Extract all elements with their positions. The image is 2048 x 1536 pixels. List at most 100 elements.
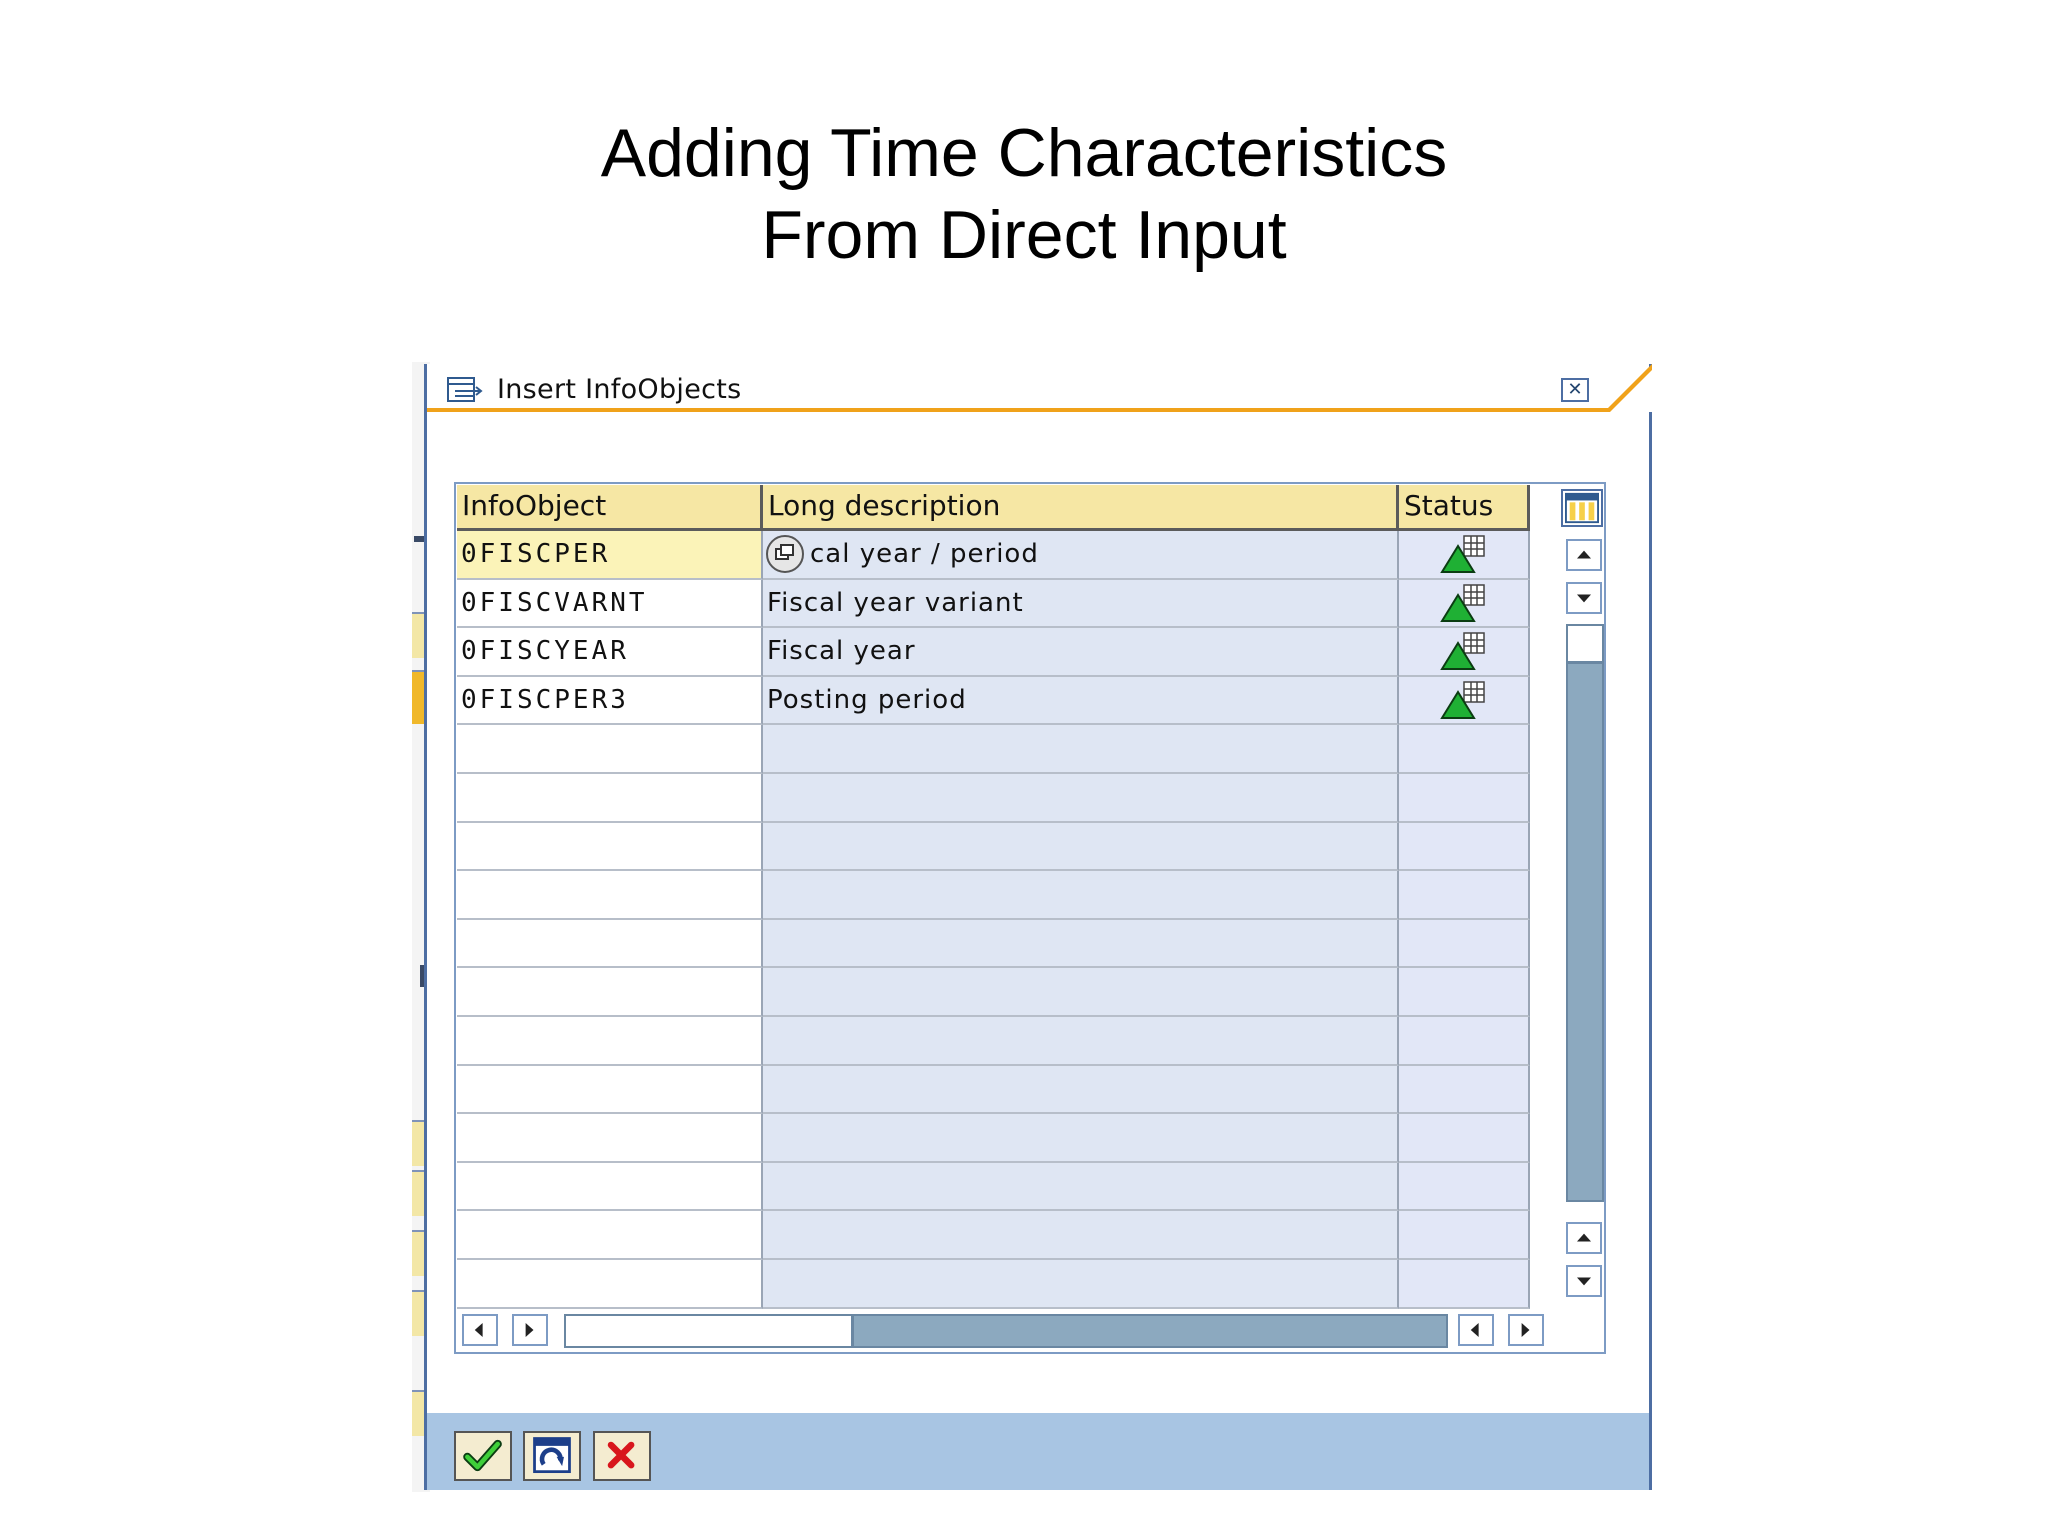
slide-title-line-1: Adding Time Characteristics — [600, 115, 1448, 191]
dialog-window-icon — [447, 377, 483, 402]
value-help-icon[interactable] — [764, 534, 806, 574]
description-cell[interactable] — [763, 1065, 1399, 1115]
table-header: InfoObject Long description Status — [457, 485, 1542, 531]
scroll-left-page-button[interactable] — [462, 1314, 498, 1346]
table-row[interactable] — [457, 725, 1542, 774]
description-cell[interactable] — [763, 968, 1399, 1017]
vertical-scroll-thumb[interactable] — [1566, 624, 1604, 664]
status-cell — [1399, 579, 1530, 629]
description-cell[interactable] — [763, 919, 1399, 969]
scroll-down-button[interactable] — [1566, 1265, 1602, 1297]
status-cell — [1399, 725, 1530, 774]
column-header-status[interactable]: Status — [1399, 485, 1530, 531]
active-status-icon — [1439, 535, 1485, 574]
infoobject-cell[interactable]: 0FISCVARNT — [457, 579, 763, 629]
table-row[interactable] — [457, 1114, 1542, 1163]
description-cell[interactable] — [763, 773, 1399, 823]
description-cell[interactable]: Fiscal year — [763, 628, 1399, 677]
status-cell — [1399, 676, 1530, 726]
infoobject-cell[interactable] — [457, 1065, 763, 1115]
column-config-icon[interactable] — [1561, 489, 1603, 527]
status-cell — [1399, 871, 1530, 920]
status-cell — [1399, 822, 1530, 872]
infoobject-cell[interactable] — [457, 1162, 763, 1212]
table-row[interactable]: 0FISCVARNT Fiscal year variant — [457, 579, 1542, 629]
infoobject-cell[interactable]: 0FISCYEAR — [457, 628, 763, 677]
empty-rows-container — [457, 725, 1542, 1309]
status-cell — [1399, 1114, 1530, 1163]
table-row[interactable]: 0FISCPER3 Posting period — [457, 676, 1542, 726]
insert-infoobjects-dialog: Insert InfoObjects ✕ InfoObject Long des… — [424, 364, 1652, 1490]
table-row[interactable] — [457, 919, 1542, 969]
infoobject-cell[interactable] — [457, 1211, 763, 1260]
status-cell — [1399, 1211, 1530, 1260]
status-cell — [1399, 919, 1530, 969]
status-cell — [1399, 531, 1530, 580]
table-row[interactable] — [457, 1162, 1542, 1212]
description-cell[interactable] — [763, 1016, 1399, 1066]
background-divider — [414, 536, 424, 542]
confirm-check-icon[interactable] — [454, 1431, 512, 1481]
column-header-infoobject[interactable]: InfoObject — [457, 485, 763, 531]
table-row[interactable] — [457, 1016, 1542, 1066]
infoobject-cell[interactable] — [457, 968, 763, 1017]
description-cell[interactable] — [763, 871, 1399, 920]
infoobject-cell[interactable]: 0FISCPER3 — [457, 676, 763, 726]
status-cell — [1399, 1162, 1530, 1212]
table-row[interactable]: 0FISCPER cal year / period — [457, 531, 1542, 580]
status-cell — [1399, 1016, 1530, 1066]
table-row[interactable] — [457, 1211, 1542, 1260]
scroll-left-button[interactable] — [1458, 1314, 1494, 1346]
dialog-title: Insert InfoObjects — [497, 374, 742, 405]
status-cell — [1399, 628, 1530, 677]
active-status-icon — [1439, 681, 1485, 720]
active-status-icon — [1439, 584, 1485, 622]
infoobject-cell[interactable] — [457, 822, 763, 872]
vertical-scroll-track[interactable] — [1566, 624, 1604, 1202]
table-row[interactable] — [457, 822, 1542, 872]
status-cell — [1399, 773, 1530, 823]
table-row[interactable] — [457, 968, 1542, 1017]
scroll-page-up-button[interactable] — [1566, 539, 1602, 571]
description-cell[interactable]: cal year / period — [763, 531, 1399, 580]
column-header-long-description[interactable]: Long description — [763, 485, 1399, 531]
infoobject-cell[interactable] — [457, 919, 763, 969]
infoobject-cell[interactable] — [457, 725, 763, 774]
infoobject-cell[interactable]: 0FISCPER — [457, 531, 763, 580]
table-row[interactable] — [457, 1259, 1542, 1309]
cancel-x-icon[interactable] — [593, 1431, 651, 1481]
table-row[interactable] — [457, 871, 1542, 920]
status-cell — [1399, 968, 1530, 1017]
scroll-up-button[interactable] — [1566, 1222, 1602, 1254]
description-cell[interactable]: Posting period — [763, 676, 1399, 726]
active-status-icon — [1439, 632, 1485, 671]
description-cell[interactable] — [763, 1259, 1399, 1309]
infoobject-cell[interactable] — [457, 1259, 763, 1309]
scroll-right-page-button[interactable] — [512, 1314, 548, 1346]
table-row[interactable]: 0FISCYEAR Fiscal year — [457, 628, 1542, 677]
horizontal-scroll-thumb[interactable] — [564, 1314, 854, 1348]
infoobject-cell[interactable] — [457, 773, 763, 823]
table-row[interactable] — [457, 1065, 1542, 1115]
status-cell — [1399, 1065, 1530, 1115]
dialog-titlebar[interactable]: Insert InfoObjects ✕ — [427, 364, 1652, 412]
table-row[interactable] — [457, 773, 1542, 823]
infoobject-cell[interactable] — [457, 1114, 763, 1163]
infoobject-cell[interactable] — [457, 871, 763, 920]
close-icon[interactable]: ✕ — [1561, 378, 1589, 402]
infoobject-cell[interactable] — [457, 1016, 763, 1066]
status-cell — [1399, 1259, 1530, 1309]
scroll-right-button[interactable] — [1508, 1314, 1544, 1346]
description-cell[interactable]: Fiscal year variant — [763, 579, 1399, 629]
slide-title: Adding Time Characteristics From Direct … — [0, 112, 2048, 276]
description-cell[interactable] — [763, 1211, 1399, 1260]
refresh-icon[interactable] — [523, 1431, 581, 1481]
description-cell[interactable] — [763, 1162, 1399, 1212]
description-cell[interactable] — [763, 725, 1399, 774]
scroll-page-down-button[interactable] — [1566, 582, 1602, 614]
description-cell[interactable] — [763, 1114, 1399, 1163]
description-cell[interactable] — [763, 822, 1399, 872]
titlebar-accent — [1604, 364, 1652, 412]
infoobjects-table: InfoObject Long description Status 0FISC… — [457, 485, 1542, 1309]
slide-title-line-2: From Direct Input — [761, 197, 1287, 273]
